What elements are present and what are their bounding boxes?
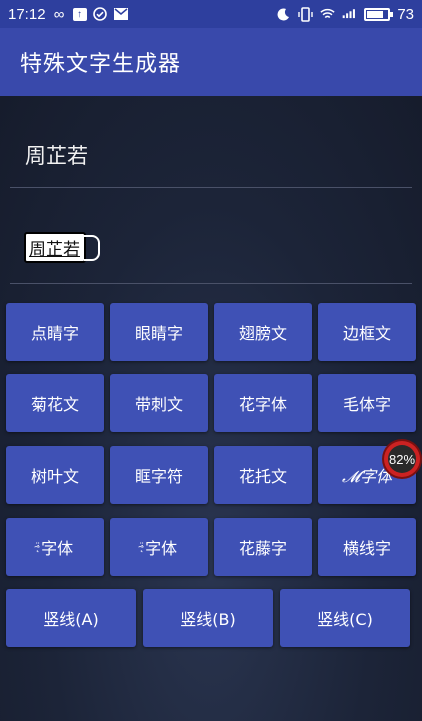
- decor-font-b-label: 字体: [145, 539, 178, 558]
- vertical-line-a-button[interactable]: 竖线(A): [6, 589, 136, 647]
- vibrate-icon: [298, 6, 314, 22]
- hairy-font-button[interactable]: 毛体字: [318, 374, 416, 432]
- decor-font-a-button[interactable]: ˑ̴̨̈ 字体: [6, 518, 104, 576]
- thorn-button[interactable]: 带刺文: [110, 374, 208, 432]
- output-divider: [10, 283, 412, 284]
- output-value: 周芷若: [24, 231, 100, 263]
- floating-percent: 82%: [388, 451, 416, 467]
- flower-font-button[interactable]: 花字体: [214, 374, 312, 432]
- dot-eye-button[interactable]: 点睛字: [6, 303, 104, 361]
- vertical-line-b-button[interactable]: 竖线(B): [143, 589, 273, 647]
- text-input[interactable]: 周芷若: [25, 140, 88, 170]
- status-bar: 17:12 ∞ ↑ 73: [0, 0, 422, 28]
- infinity-icon: ∞: [53, 5, 65, 23]
- wifi-icon: [320, 7, 335, 22]
- status-time: 17:12: [8, 5, 46, 23]
- horizontal-line-button[interactable]: 横线字: [318, 518, 416, 576]
- eye-button[interactable]: 眼睛字: [110, 303, 208, 361]
- decor-font-a-label: 字体: [41, 539, 74, 558]
- do-not-disturb-icon: [276, 7, 291, 22]
- check-circle-icon: [93, 7, 108, 22]
- wing-button[interactable]: 翅膀文: [214, 303, 312, 361]
- upload-icon: ↑: [72, 7, 87, 21]
- battery-icon: [364, 7, 394, 21]
- leaf-button[interactable]: 树叶文: [6, 446, 104, 504]
- chrysanthemum-button[interactable]: 菊花文: [6, 374, 104, 432]
- mail-icon: [114, 7, 129, 22]
- output-text[interactable]: 周芷若: [24, 231, 100, 263]
- signal-icon: [342, 7, 357, 22]
- frame-char-button[interactable]: 眶字符: [110, 446, 208, 504]
- input-divider: [10, 187, 412, 188]
- app-bar: 特殊文字生成器: [0, 28, 422, 96]
- vine-button[interactable]: 花藤字: [214, 518, 312, 576]
- app-title: 特殊文字生成器: [20, 52, 182, 77]
- vertical-line-c-button[interactable]: 竖线(C): [280, 589, 410, 647]
- border-button[interactable]: 边框文: [318, 303, 416, 361]
- battery-percent: 73: [397, 5, 414, 23]
- calyx-button[interactable]: 花托文: [214, 446, 312, 504]
- floating-speed-badge[interactable]: 82%: [384, 441, 420, 477]
- decor-glyph-icon: ˑ̴̨̈: [140, 541, 145, 553]
- decor-font-b-button[interactable]: ˑ̴̨̈ 字体: [110, 518, 208, 576]
- decor-glyph-icon: ˑ̴̨̈: [36, 541, 41, 553]
